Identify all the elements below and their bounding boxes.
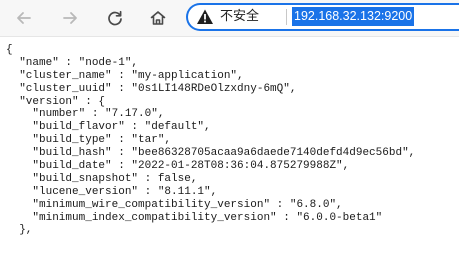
- url-text[interactable]: 192.168.32.132:9200: [292, 7, 415, 26]
- json-line: "build_flavor" : "default",: [6, 121, 211, 134]
- security-indicator[interactable]: 不安全: [196, 8, 259, 26]
- warning-icon: [197, 9, 213, 24]
- forward-button[interactable]: [54, 3, 86, 33]
- json-line: "minimum_wire_compatibility_version" : "…: [6, 198, 343, 211]
- json-line: {: [6, 44, 13, 56]
- browser-toolbar: 不安全 192.168.32.132:9200: [0, 0, 459, 37]
- json-line: "build_type" : "tar",: [6, 134, 172, 147]
- json-line: },: [6, 224, 33, 237]
- address-bar[interactable]: 不安全 192.168.32.132:9200: [186, 3, 459, 31]
- json-line: "cluster_uuid" : "0s1LI148RDeOlzxdny-6mQ…: [6, 82, 297, 95]
- reload-icon: [108, 10, 122, 26]
- json-line: "build_hash" : "bee86328705acaa9a6daede7…: [6, 147, 416, 160]
- home-button[interactable]: [142, 3, 174, 33]
- back-arrow-icon: [17, 12, 31, 24]
- json-line: "minimum_index_compatibility_version" : …: [6, 211, 383, 224]
- divider: [286, 9, 287, 25]
- json-line: "cluster_name" : "my-application",: [6, 69, 244, 82]
- json-line: "number" : "7.17.0",: [6, 108, 165, 121]
- security-label: 不安全: [220, 9, 260, 24]
- back-button[interactable]: [8, 3, 40, 33]
- reload-button[interactable]: [99, 3, 131, 33]
- forward-arrow-icon: [63, 12, 77, 24]
- json-line: "build_date" : "2022-01-28T08:36:04.8752…: [6, 160, 350, 173]
- json-response: { "name" : "node-1", "cluster_name" : "m…: [6, 44, 415, 237]
- json-line: "name" : "node-1",: [6, 56, 139, 69]
- json-line: "lucene_version" : "8.11.1",: [6, 185, 218, 198]
- json-line: "version" : {: [6, 95, 106, 108]
- json-line: "build_snapshot" : false,: [6, 172, 198, 185]
- home-icon: [150, 11, 166, 25]
